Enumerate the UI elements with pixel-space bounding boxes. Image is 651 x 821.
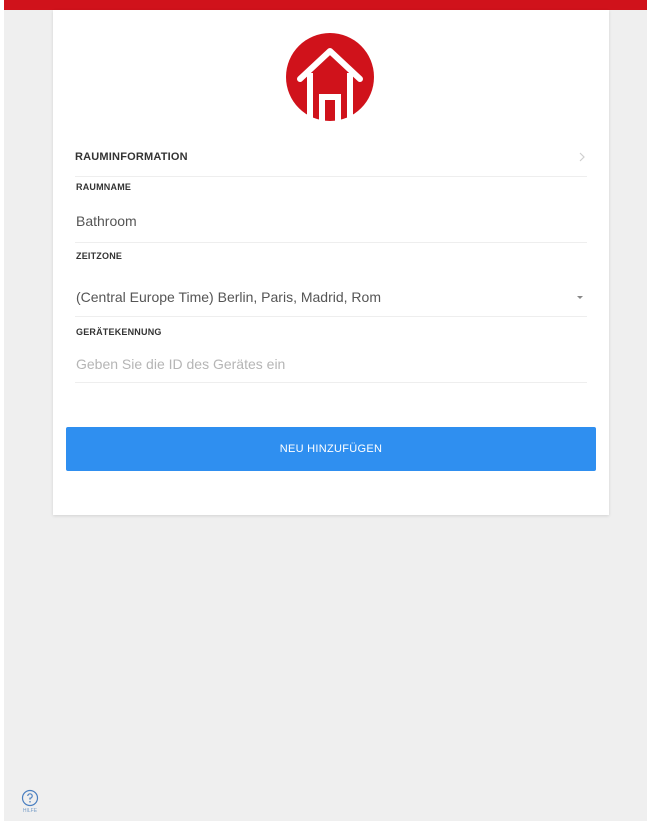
section-title: RAUMINFORMATION — [75, 151, 188, 163]
divider — [75, 242, 587, 243]
caret-down-icon — [577, 296, 583, 299]
device-id-label: GERÄTEKENNUNG — [76, 327, 162, 337]
help-button[interactable]: HILFE — [18, 789, 42, 819]
house-icon — [286, 33, 374, 121]
brand-top-bar — [4, 0, 647, 10]
device-id-field[interactable]: Geben Sie die ID des Gerätes ein — [76, 356, 285, 372]
add-room-card: RAUMINFORMATION RAUMNAME Bathroom ZEITZO… — [53, 10, 609, 515]
timezone-label: ZEITZONE — [76, 251, 123, 261]
room-name-field[interactable]: Bathroom — [76, 213, 137, 229]
divider — [75, 176, 587, 177]
divider — [75, 316, 587, 317]
room-name-label: RAUMNAME — [76, 182, 132, 192]
help-label: HILFE — [22, 808, 38, 814]
room-info-section-header[interactable]: RAUMINFORMATION — [75, 138, 587, 176]
divider — [75, 382, 587, 383]
add-new-button[interactable]: NEU HINZUFÜGEN — [66, 427, 596, 471]
timezone-select[interactable]: (Central Europe Time) Berlin, Paris, Mad… — [76, 282, 585, 312]
timezone-value: (Central Europe Time) Berlin, Paris, Mad… — [76, 289, 381, 305]
question-icon — [21, 789, 39, 807]
chevron-right-icon — [579, 152, 585, 162]
